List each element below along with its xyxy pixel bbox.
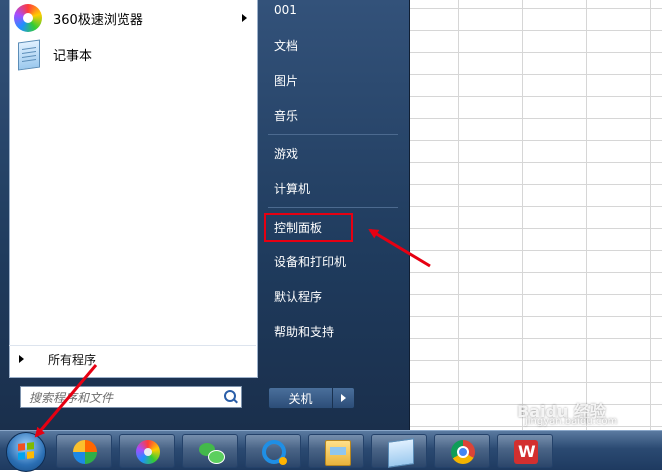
qq-browser-icon — [262, 440, 287, 465]
all-programs-label: 所有程序 — [48, 352, 97, 367]
taskbar-app-wechat[interactable] — [182, 434, 238, 468]
program-360-browser[interactable]: 360极速浏览器 — [10, 0, 257, 36]
notepad-icon — [388, 438, 414, 468]
all-programs-button[interactable]: 所有程序 — [9, 345, 256, 372]
wechat-icon — [199, 440, 225, 464]
wps-icon — [514, 440, 538, 464]
spreadsheet-background — [410, 0, 662, 430]
program-label: 记事本 — [53, 48, 93, 64]
submenu-arrow-icon[interactable] — [242, 14, 247, 22]
right-item-documents[interactable]: 文档 — [264, 31, 400, 59]
right-item-help-support[interactable]: 帮助和支持 — [264, 317, 400, 345]
start-menu-left-pane: 360极速浏览器 记事本 — [9, 0, 258, 378]
start-menu: 360极速浏览器 记事本 所有程序 搜索程序和文件 001 文档 图片 音乐 游… — [0, 0, 410, 430]
taskbar-app-chrome[interactable] — [434, 434, 490, 468]
all-programs-arrow-icon — [19, 355, 24, 363]
taskbar-app-wps[interactable] — [497, 434, 553, 468]
right-item-music[interactable]: 音乐 — [264, 101, 400, 129]
program-label: 360极速浏览器 — [53, 12, 143, 28]
program-notepad[interactable]: 记事本 — [10, 36, 257, 72]
taskbar-app-petal[interactable] — [56, 434, 112, 468]
shutdown-control: 关机 — [268, 387, 356, 409]
file-explorer-icon — [325, 440, 351, 466]
search-icon[interactable] — [219, 387, 241, 407]
menu-separator — [268, 207, 398, 208]
chrome-icon — [451, 440, 475, 464]
right-item-games[interactable]: 游戏 — [264, 139, 400, 167]
taskbar-app-notepad[interactable] — [371, 434, 427, 468]
control-panel-highlight-box — [264, 213, 353, 242]
notepad-icon — [13, 39, 43, 71]
menu-separator — [268, 134, 398, 135]
taskbar-app-qq-browser[interactable] — [245, 434, 301, 468]
right-item-computer[interactable]: 计算机 — [264, 174, 400, 202]
browser-360-icon — [136, 440, 160, 464]
browser-360-icon — [13, 3, 43, 33]
taskbar — [0, 430, 662, 472]
petal-app-icon — [73, 440, 97, 464]
taskbar-app-file-explorer[interactable] — [308, 434, 364, 468]
watermark-url: jingyan.baidu.com — [525, 416, 618, 427]
search-placeholder: 搜索程序和文件 — [29, 390, 114, 405]
shutdown-button[interactable]: 关机 — [268, 387, 333, 409]
shutdown-options-arrow-icon[interactable] — [333, 387, 355, 409]
right-item-default-programs[interactable]: 默认程序 — [264, 282, 400, 310]
right-item-pictures[interactable]: 图片 — [264, 66, 400, 94]
windows-start-orb-icon[interactable] — [6, 432, 46, 472]
taskbar-app-360-browser[interactable] — [119, 434, 175, 468]
search-input[interactable]: 搜索程序和文件 — [20, 386, 242, 408]
right-item-user-folder[interactable]: 001 — [264, 0, 400, 24]
right-item-devices-printers[interactable]: 设备和打印机 — [264, 247, 400, 275]
